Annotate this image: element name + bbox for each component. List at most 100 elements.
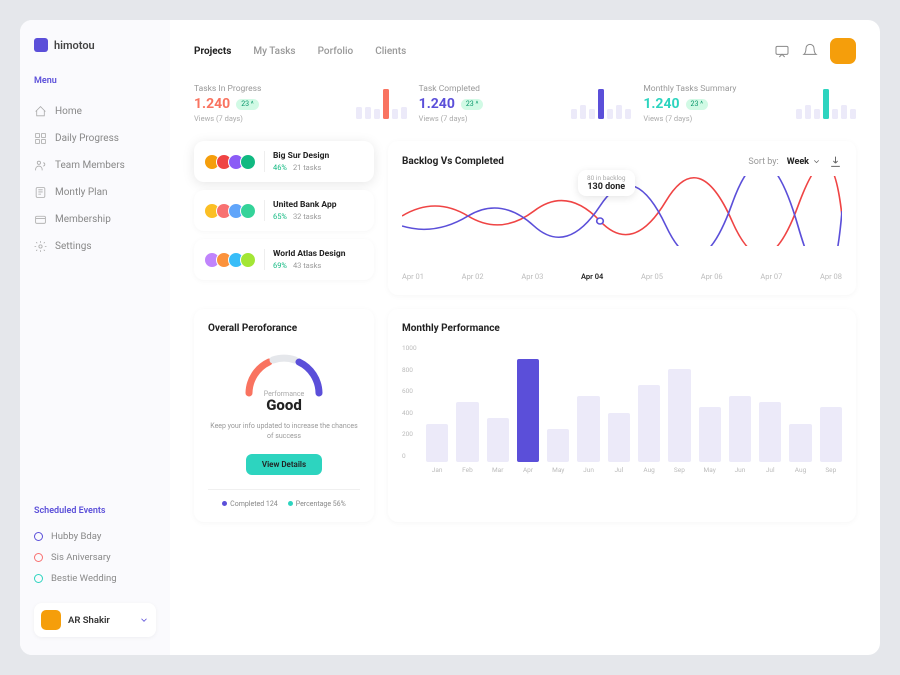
chart-xaxis: Apr 01Apr 02Apr 03Apr 04Apr 05Apr 06Apr …	[402, 272, 842, 281]
project-card[interactable]: World Atlas Design 69% 43 tasks	[194, 239, 374, 280]
sidebar-item-team-members[interactable]: Team Members	[34, 152, 156, 179]
bar-label: Jun	[735, 466, 746, 474]
view-details-button[interactable]: View Details	[246, 454, 322, 475]
bar-label: Jun	[583, 466, 594, 474]
chevron-down-icon	[812, 157, 821, 166]
legend-item: Percentage 56%	[288, 500, 346, 508]
bar-label: Jul	[766, 466, 775, 474]
bar-column: May	[547, 429, 569, 474]
bar-label: Feb	[462, 466, 473, 474]
project-card[interactable]: Big Sur Design 46% 21 tasks	[194, 141, 374, 182]
topbar: Projects My Tasks Porfolio Clients	[194, 38, 856, 64]
bar	[608, 413, 630, 463]
menu-icon	[34, 159, 47, 172]
sort-dropdown[interactable]: Week	[787, 157, 821, 167]
stat-title: Task Completed	[419, 84, 484, 94]
menu-heading: Menu	[34, 76, 156, 86]
project-card[interactable]: United Bank App 65% 32 tasks	[194, 190, 374, 231]
backlog-chart-card: Backlog Vs Completed Sort by: Week 80 in…	[388, 141, 856, 295]
bar	[426, 424, 448, 463]
bar	[638, 385, 660, 462]
chat-icon[interactable]	[774, 43, 790, 59]
menu-label: Membership	[55, 214, 111, 225]
sparkline	[796, 89, 856, 119]
logo-icon	[34, 38, 48, 52]
project-tasks: 21 tasks	[293, 163, 321, 172]
sparkline	[356, 89, 407, 119]
download-icon[interactable]	[829, 155, 842, 168]
stat-delta: 23 ^	[461, 99, 484, 110]
stat-title: Monthly Tasks Summary	[643, 84, 736, 94]
main-content: ProjectsMy TasksPorfolioClients Tasks In…	[170, 20, 880, 655]
bar	[699, 407, 721, 462]
bar	[517, 359, 539, 462]
bar-label: Mar	[492, 466, 503, 474]
performance-title: Overall Peroforance	[208, 323, 360, 334]
bar-column: Feb	[456, 402, 478, 475]
event-item[interactable]: Sis Aniversary	[34, 547, 156, 568]
sparkline	[571, 89, 631, 119]
menu-icon	[34, 186, 47, 199]
bar-label: Jul	[614, 466, 623, 474]
ytick: 1000	[402, 344, 417, 352]
user-card[interactable]: AR Shakir	[34, 603, 156, 637]
performance-legend: Completed 124Percentage 56%	[208, 489, 360, 508]
stat-delta: 23 ^	[236, 99, 259, 110]
project-pct: 69%	[273, 261, 287, 270]
bar-label: May	[704, 466, 716, 474]
stat-value: 1.240	[419, 96, 455, 112]
event-dot-icon	[34, 553, 43, 562]
performance-value: Good	[208, 396, 360, 414]
avatar	[41, 610, 61, 630]
bar-column: Aug	[638, 385, 660, 474]
backlog-chart: 80 in backlog 130 done	[402, 176, 842, 266]
ytick: 400	[402, 409, 417, 417]
bar-column: Jun	[577, 396, 599, 474]
project-name: World Atlas Design	[273, 249, 364, 259]
menu-label: Team Members	[55, 160, 125, 171]
ytick: 0	[402, 452, 417, 460]
bar-column: Aug	[789, 424, 811, 475]
performance-desc: Keep your info updated to increase the c…	[208, 422, 360, 442]
tab-clients[interactable]: Clients	[375, 46, 406, 57]
brand-logo[interactable]: himotou	[34, 38, 156, 52]
bar	[577, 396, 599, 462]
event-item[interactable]: Hubby Bday	[34, 526, 156, 547]
menu-icon	[34, 105, 47, 118]
sidebar-item-daily-progress[interactable]: Daily Progress	[34, 125, 156, 152]
sidebar-item-membership[interactable]: Membership	[34, 206, 156, 233]
xaxis-label: Apr 05	[641, 272, 663, 281]
tab-porfolio[interactable]: Porfolio	[318, 46, 354, 57]
project-pct: 46%	[273, 163, 287, 172]
bar-label: Aug	[643, 466, 654, 474]
xaxis-label: Apr 01	[402, 272, 424, 281]
menu-label: Home	[55, 106, 82, 117]
event-label: Bestie Wedding	[51, 573, 117, 584]
bar	[759, 402, 781, 463]
ytick: 200	[402, 430, 417, 438]
performance-card: Overall Peroforance Performance Good Kee…	[194, 309, 374, 522]
user-avatar-top[interactable]	[830, 38, 856, 64]
bar	[487, 418, 509, 462]
bar-column: Jan	[426, 424, 448, 475]
tab-my-tasks[interactable]: My Tasks	[253, 46, 295, 57]
bar-label: Sep	[674, 466, 685, 474]
event-item[interactable]: Bestie Wedding	[34, 568, 156, 589]
sidebar-item-home[interactable]: Home	[34, 98, 156, 125]
chart-tooltip: 80 in backlog 130 done	[578, 170, 635, 196]
project-name: United Bank App	[273, 200, 364, 210]
avatar	[240, 252, 256, 268]
tab-projects[interactable]: Projects	[194, 46, 231, 57]
menu-label: Settings	[55, 241, 92, 252]
project-pct: 65%	[273, 212, 287, 221]
bar-column: Jul	[759, 402, 781, 475]
bar-column: Apr	[517, 359, 539, 474]
user-name: AR Shakir	[68, 615, 132, 626]
ytick: 800	[402, 366, 417, 374]
bar-label: May	[552, 466, 564, 474]
tabs: Projects My Tasks Porfolio Clients	[194, 46, 406, 57]
bell-icon[interactable]	[802, 43, 818, 59]
sidebar-item-montly-plan[interactable]: Montly Plan	[34, 179, 156, 206]
project-tasks: 43 tasks	[293, 261, 321, 270]
sidebar-item-settings[interactable]: Settings	[34, 233, 156, 260]
